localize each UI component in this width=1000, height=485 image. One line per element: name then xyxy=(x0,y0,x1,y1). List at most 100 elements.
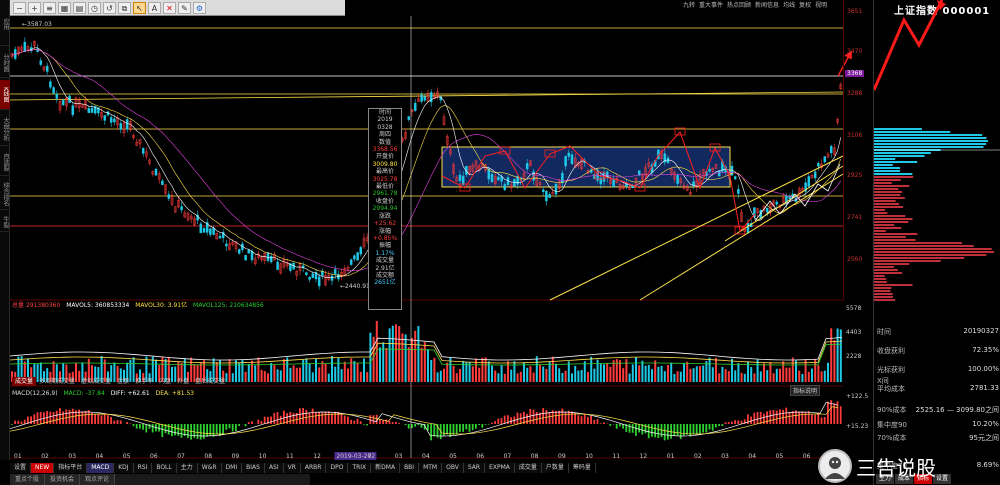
gear-icon[interactable]: ⚙ xyxy=(193,1,206,14)
bars-icon[interactable]: ≡ xyxy=(43,1,56,14)
candle-body xyxy=(420,94,423,102)
left-tab-3[interactable]: 大盘分析 xyxy=(0,112,10,146)
macd-bar xyxy=(609,424,612,426)
bottom-tab-2[interactable]: 观点评论 xyxy=(80,474,116,485)
history-icon[interactable]: ↺ xyxy=(103,1,116,14)
volume-tab-2[interactable]: 虚拟成交量 xyxy=(78,377,114,386)
grid-icon[interactable]: ▦ xyxy=(58,1,71,14)
volume-bar xyxy=(235,360,237,382)
volume-bar xyxy=(657,366,660,382)
left-tab-1[interactable]: 分时图 xyxy=(0,48,10,78)
indicator-tab-10[interactable]: BIAS xyxy=(242,463,265,473)
macd-bar xyxy=(635,424,637,436)
volume-bar xyxy=(631,364,634,382)
macd-bar xyxy=(615,424,618,429)
candle-body xyxy=(199,223,203,234)
top-menu-item-0[interactable]: 九转 xyxy=(683,0,695,12)
candle-body xyxy=(330,275,334,281)
macd-bar xyxy=(779,409,781,424)
indicator-tab-22[interactable]: 成交量 xyxy=(515,463,542,473)
indicator-tab-12[interactable]: VR xyxy=(284,463,301,473)
indicator-tab-17[interactable]: BBI xyxy=(400,463,420,473)
volume-tab-7[interactable]: 盘后成交量 xyxy=(192,377,228,386)
indicator-tab-4[interactable]: KDJ xyxy=(114,463,134,473)
top-menu-item-5[interactable]: 复权 xyxy=(799,0,811,12)
left-tab-2[interactable]: K线图 xyxy=(0,80,10,110)
indicator-tab-1[interactable]: NEW xyxy=(31,463,55,473)
volume-tab-3[interactable]: 金额 xyxy=(114,377,132,386)
bottom-tab-1[interactable]: 投资机会 xyxy=(45,474,81,485)
volume-bar xyxy=(350,358,353,382)
zoom-out-icon[interactable]: − xyxy=(13,1,26,14)
left-tab-4[interactable]: 自选股 xyxy=(0,148,10,176)
top-menu-item-3[interactable]: 新闻信息 xyxy=(755,0,779,12)
chip-bar xyxy=(874,287,892,289)
indicator-tab-23[interactable]: 户数量 xyxy=(542,463,569,473)
bottom-tab-0[interactable]: 重点个股 xyxy=(10,474,46,485)
top-menu-item-4[interactable]: 均线 xyxy=(783,0,795,12)
indicator-help-button[interactable]: 指标说明 xyxy=(790,385,821,396)
top-menu-item-6[interactable]: 视明 xyxy=(815,0,827,12)
macd-bar xyxy=(17,420,20,424)
timer-icon[interactable]: ◷ xyxy=(88,1,101,14)
volume-bar xyxy=(459,368,461,382)
volume-total-value: 291380360 xyxy=(25,302,61,309)
volume-bar xyxy=(590,356,593,382)
macd-bar xyxy=(756,411,759,424)
macd-bar xyxy=(734,420,736,424)
top-menu-item-1[interactable]: 重大事件 xyxy=(699,0,723,12)
indicator-tab-5[interactable]: RSI xyxy=(134,463,153,473)
volume-bar xyxy=(743,373,746,382)
draw-icon[interactable]: ✎ xyxy=(178,1,191,14)
volume-bar xyxy=(635,357,637,382)
candle-body xyxy=(106,111,110,116)
indicator-tab-11[interactable]: ASI xyxy=(265,463,284,473)
indicator-tab-14[interactable]: DPO xyxy=(326,463,349,473)
chip-bar xyxy=(874,215,906,217)
chip-bar xyxy=(874,188,899,190)
text-icon[interactable]: A xyxy=(148,1,161,14)
indicator-tab-16[interactable]: 新DMA xyxy=(371,463,401,473)
indicator-tab-18[interactable]: MTM xyxy=(419,463,443,473)
indicator-tab-21[interactable]: EXPMA xyxy=(485,463,515,473)
macd-bar xyxy=(449,424,452,437)
volume-bar xyxy=(683,363,685,382)
indicator-tab-19[interactable]: OBV xyxy=(442,463,464,473)
indicator-tab-0[interactable]: 设置 xyxy=(10,463,32,473)
chip-bar xyxy=(874,143,987,145)
volume-tab-5[interactable]: 内盘 xyxy=(156,377,174,386)
indicator-tab-3[interactable]: MACD xyxy=(87,463,115,473)
copy-icon[interactable]: ⧉ xyxy=(118,1,131,14)
macd-bar xyxy=(350,419,352,424)
indicator-tab-8[interactable]: W&R xyxy=(198,463,222,473)
volume-tab-1[interactable]: 多周期成交量 xyxy=(36,377,78,386)
delete-icon[interactable]: ✕ xyxy=(163,1,176,14)
indicator-tab-2[interactable]: 指标平台 xyxy=(54,463,88,473)
left-tab-5[interactable]: 综合排名 xyxy=(0,178,10,210)
indicator-tab-9[interactable]: DMI xyxy=(222,463,243,473)
macd-bar xyxy=(580,416,583,424)
chip-bar xyxy=(874,161,918,163)
volume-tab-0[interactable]: 成交量 xyxy=(12,377,37,386)
macd-bar xyxy=(167,424,170,435)
indicator-tab-24[interactable]: 筹码量 xyxy=(569,463,596,473)
left-tab-0[interactable]: 应用 xyxy=(0,2,10,46)
macd-bar xyxy=(715,424,717,428)
indicator-tab-20[interactable]: SAR xyxy=(464,463,486,473)
left-tab-6[interactable]: 牛股 xyxy=(0,212,10,232)
x-axis-label: 01 xyxy=(14,453,22,460)
volume-tab-4[interactable]: 换手率 xyxy=(132,377,156,386)
indicator-tab-13[interactable]: ARBR xyxy=(301,463,327,473)
top-menu-item-2[interactable]: 热点回顾 xyxy=(727,0,751,12)
fill-icon[interactable]: ▤ xyxy=(73,1,86,14)
macd-axis-label-0: +122.5 xyxy=(846,393,869,400)
indicator-tab-7[interactable]: 主力 xyxy=(177,463,198,473)
zoom-in-icon[interactable]: + xyxy=(28,1,41,14)
indicator-tab-6[interactable]: BOLL xyxy=(152,463,177,473)
x-axis-label: 04 xyxy=(422,453,430,460)
indicator-tab-15[interactable]: TRIX xyxy=(348,463,372,473)
cursor-icon[interactable]: ↖ xyxy=(133,1,146,14)
candle-body xyxy=(109,117,113,123)
macd-bar xyxy=(315,411,317,424)
volume-tab-6[interactable]: 外盘 xyxy=(174,377,192,386)
